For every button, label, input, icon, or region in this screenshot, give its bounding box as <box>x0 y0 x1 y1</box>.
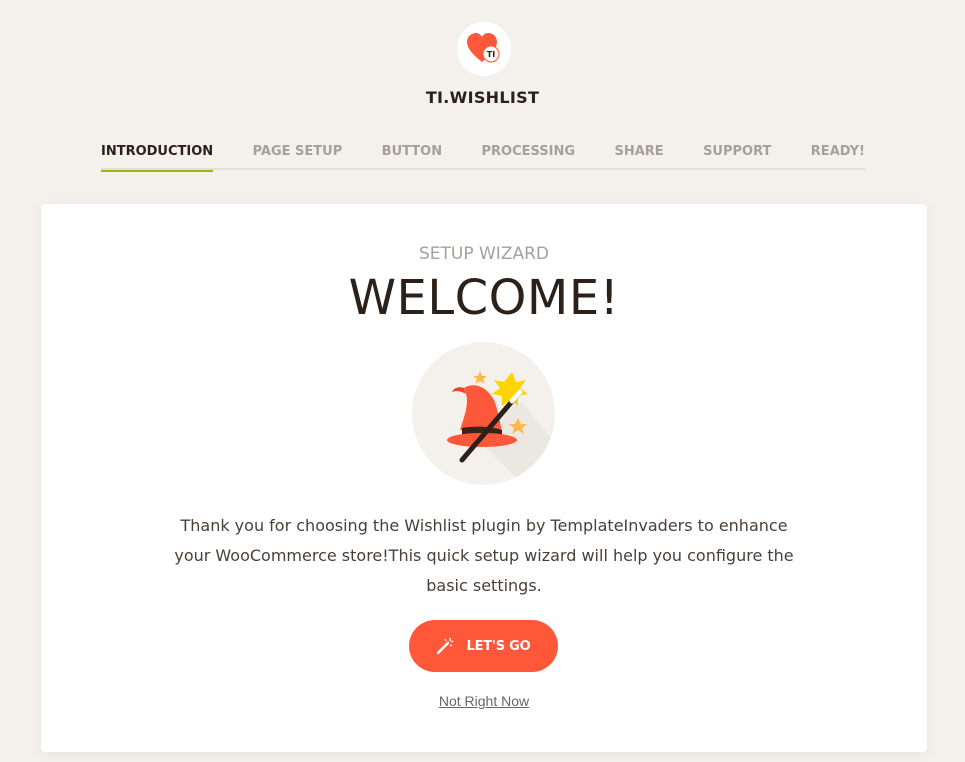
setup-steps-nav: INTRODUCTION PAGE SETUP BUTTON PROCESSIN… <box>101 143 865 172</box>
welcome-card: SETUP WIZARD WELCOME! Thank you for choo… <box>41 204 927 752</box>
step-introduction[interactable]: INTRODUCTION <box>101 143 214 172</box>
wizard-subtitle: SETUP WIZARD <box>418 244 549 264</box>
step-ready[interactable]: READY! <box>811 143 865 170</box>
logo-badge-text: TI <box>487 50 495 59</box>
step-processing[interactable]: PROCESSING <box>482 143 576 170</box>
brand-logo: TI <box>457 22 511 76</box>
wizard-hat-icon <box>447 371 555 485</box>
magic-wand-icon <box>437 638 454 655</box>
step-button[interactable]: BUTTON <box>382 143 442 170</box>
heart-logo-icon: TI <box>467 33 500 63</box>
brand-title: TI.WISHLIST <box>425 88 540 107</box>
not-right-now-link[interactable]: Not Right Now <box>41 693 927 709</box>
wizard-illustration <box>412 342 555 485</box>
lets-go-button[interactable]: LET'S GO <box>409 620 558 672</box>
step-share[interactable]: SHARE <box>614 143 663 170</box>
intro-text: Thank you for choosing the Wishlist plug… <box>174 516 794 595</box>
lets-go-label: LET'S GO <box>466 638 531 654</box>
step-support[interactable]: SUPPORT <box>703 143 771 170</box>
welcome-heading: WELCOME! <box>348 270 620 326</box>
step-page-setup[interactable]: PAGE SETUP <box>253 143 343 170</box>
